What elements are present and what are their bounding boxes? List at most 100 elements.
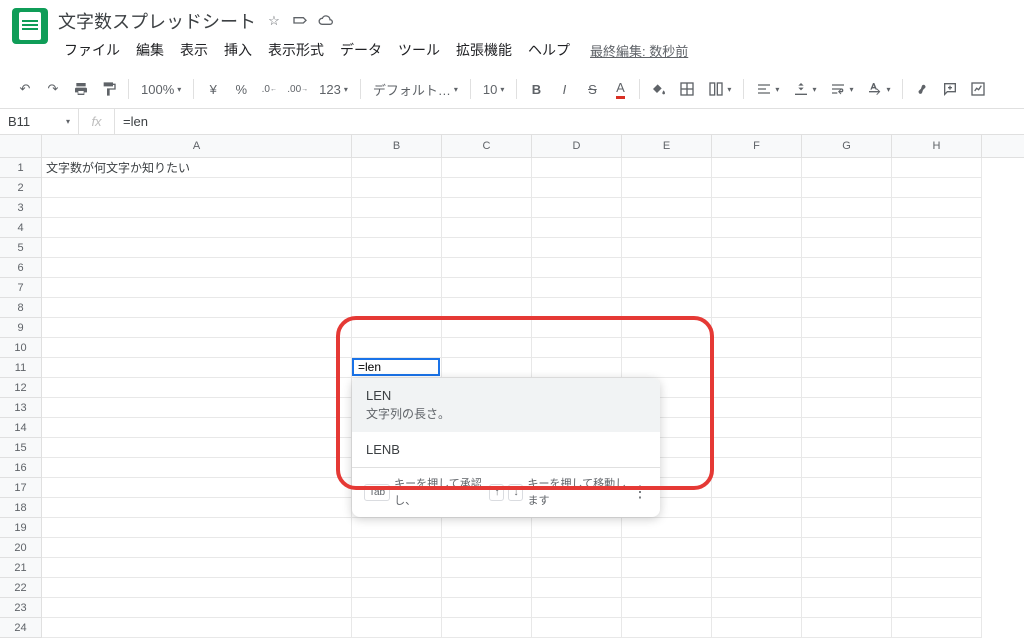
cell[interactable] xyxy=(802,338,892,358)
cell[interactable] xyxy=(712,498,802,518)
menu-file[interactable]: ファイル xyxy=(58,36,126,64)
cell[interactable] xyxy=(712,318,802,338)
cell[interactable] xyxy=(712,418,802,438)
row-header[interactable]: 22 xyxy=(0,578,42,598)
star-icon[interactable]: ☆ xyxy=(266,13,282,29)
cell[interactable] xyxy=(892,198,982,218)
cell[interactable] xyxy=(532,618,622,638)
row-header[interactable]: 13 xyxy=(0,398,42,418)
cell[interactable] xyxy=(802,558,892,578)
cell[interactable] xyxy=(712,598,802,618)
cell[interactable] xyxy=(42,398,352,418)
column-header[interactable]: G xyxy=(802,135,892,157)
cell[interactable] xyxy=(712,458,802,478)
column-header[interactable]: A xyxy=(42,135,352,157)
undo-button[interactable]: ↶ xyxy=(12,76,38,102)
row-header[interactable]: 18 xyxy=(0,498,42,518)
insert-link-button[interactable] xyxy=(909,76,935,102)
cell[interactable] xyxy=(712,158,802,178)
cell[interactable] xyxy=(712,438,802,458)
cell[interactable] xyxy=(712,578,802,598)
row-header[interactable]: 6 xyxy=(0,258,42,278)
cell[interactable] xyxy=(622,618,712,638)
row-header[interactable]: 19 xyxy=(0,518,42,538)
horizontal-align-button[interactable] xyxy=(750,76,785,102)
sheets-logo[interactable] xyxy=(12,8,48,44)
cell[interactable] xyxy=(352,538,442,558)
cell[interactable] xyxy=(532,218,622,238)
cell[interactable] xyxy=(892,478,982,498)
cell[interactable] xyxy=(532,558,622,578)
name-box[interactable]: B11 xyxy=(0,114,78,129)
row-header[interactable]: 2 xyxy=(0,178,42,198)
cell[interactable] xyxy=(892,438,982,458)
cell[interactable] xyxy=(712,198,802,218)
print-button[interactable] xyxy=(68,76,94,102)
row-header[interactable]: 5 xyxy=(0,238,42,258)
select-all-corner[interactable] xyxy=(0,135,42,157)
cell[interactable] xyxy=(352,518,442,538)
row-header[interactable]: 21 xyxy=(0,558,42,578)
row-header[interactable]: 17 xyxy=(0,478,42,498)
row-header[interactable]: 15 xyxy=(0,438,42,458)
cell[interactable] xyxy=(532,518,622,538)
cell[interactable] xyxy=(532,238,622,258)
cell[interactable] xyxy=(442,198,532,218)
borders-button[interactable] xyxy=(674,76,700,102)
move-icon[interactable] xyxy=(292,13,308,29)
cell[interactable] xyxy=(622,538,712,558)
cell[interactable] xyxy=(712,398,802,418)
cell[interactable] xyxy=(442,218,532,238)
cell[interactable] xyxy=(892,458,982,478)
cell[interactable] xyxy=(532,358,622,378)
cell[interactable] xyxy=(622,278,712,298)
fill-color-button[interactable] xyxy=(646,76,672,102)
vertical-align-button[interactable] xyxy=(787,76,822,102)
menu-extensions[interactable]: 拡張機能 xyxy=(450,36,518,64)
cell[interactable] xyxy=(892,518,982,538)
autocomplete-item[interactable]: LENB xyxy=(352,432,660,467)
cell[interactable] xyxy=(892,158,982,178)
cell[interactable] xyxy=(352,238,442,258)
cell[interactable] xyxy=(802,238,892,258)
cell[interactable] xyxy=(442,578,532,598)
cell[interactable] xyxy=(532,158,622,178)
cell[interactable] xyxy=(532,318,622,338)
italic-button[interactable]: I xyxy=(551,76,577,102)
active-cell[interactable]: =len xyxy=(352,358,440,376)
cell[interactable] xyxy=(712,378,802,398)
cell[interactable] xyxy=(352,578,442,598)
cell[interactable] xyxy=(802,478,892,498)
cell[interactable] xyxy=(802,498,892,518)
increase-decimal-button[interactable]: .00→ xyxy=(284,76,311,102)
cell[interactable] xyxy=(42,438,352,458)
cell[interactable] xyxy=(622,298,712,318)
column-header[interactable]: E xyxy=(622,135,712,157)
text-rotation-button[interactable] xyxy=(861,76,896,102)
row-header[interactable]: 7 xyxy=(0,278,42,298)
cell[interactable] xyxy=(802,538,892,558)
cell[interactable] xyxy=(42,518,352,538)
insert-comment-button[interactable] xyxy=(937,76,963,102)
cell[interactable] xyxy=(622,318,712,338)
merge-button[interactable] xyxy=(702,76,737,102)
insert-chart-button[interactable] xyxy=(965,76,991,102)
cell[interactable] xyxy=(42,258,352,278)
cell[interactable] xyxy=(802,218,892,238)
row-header[interactable]: 4 xyxy=(0,218,42,238)
cell[interactable] xyxy=(712,538,802,558)
cell[interactable] xyxy=(42,358,352,378)
cell[interactable] xyxy=(802,358,892,378)
cell[interactable] xyxy=(42,578,352,598)
cell[interactable] xyxy=(712,358,802,378)
cell[interactable] xyxy=(442,318,532,338)
cell[interactable] xyxy=(42,498,352,518)
currency-button[interactable]: ¥ xyxy=(200,76,226,102)
cell[interactable] xyxy=(532,198,622,218)
cell[interactable] xyxy=(442,278,532,298)
cell[interactable] xyxy=(622,358,712,378)
cell[interactable] xyxy=(802,598,892,618)
cell[interactable] xyxy=(892,338,982,358)
cell[interactable] xyxy=(802,258,892,278)
cell[interactable] xyxy=(352,278,442,298)
